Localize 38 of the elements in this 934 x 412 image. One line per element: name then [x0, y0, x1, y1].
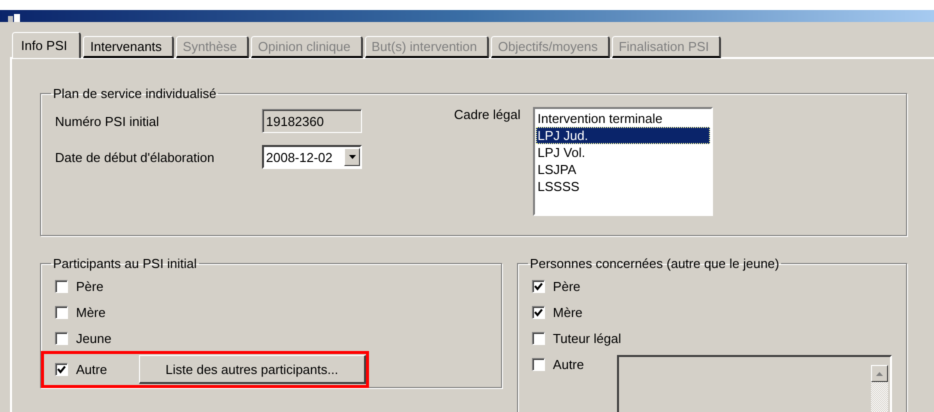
window-icon — [8, 14, 20, 22]
checkbox[interactable] — [55, 280, 68, 292]
number-field[interactable]: 19182360 — [262, 109, 362, 133]
checkbox-label: Autre — [552, 356, 584, 372]
participants-list-button[interactable]: Liste des autres participants... — [138, 355, 366, 384]
checkbox-label: Mère — [552, 304, 583, 320]
checkbox[interactable] — [532, 306, 545, 318]
checkbox-label: Autre — [76, 362, 108, 377]
checkbox-label: Tuteur légal — [552, 330, 622, 346]
text-area[interactable] — [617, 355, 892, 412]
list-item[interactable]: LPJ Vol. — [536, 144, 710, 161]
list-item[interactable]: Intervention terminale — [536, 110, 710, 127]
checkbox[interactable] — [532, 358, 545, 370]
arrow-up-icon — [876, 372, 883, 376]
tab[interactable]: Info PSI — [12, 32, 82, 58]
checkbox-label: Père — [76, 278, 104, 294]
caret-icon — [348, 155, 356, 159]
field-label: Cadre légal — [454, 107, 520, 122]
list-item[interactable]: LSSSS — [536, 178, 710, 195]
checkbox[interactable] — [55, 363, 68, 376]
group-title: Plan de service individualisé — [52, 86, 218, 101]
list-item[interactable]: LSJPA — [536, 161, 710, 178]
checkbox-label: Père — [552, 278, 580, 294]
group-title: Personnes concernées (autre que le jeune) — [528, 256, 780, 271]
list-box[interactable]: Intervention terminale LPJ Jud. LPJ Vol. LSJPA LSSSS — [532, 107, 712, 216]
checkbox-label: Mère — [76, 304, 106, 320]
checkbox[interactable] — [55, 332, 68, 344]
checkbox[interactable] — [532, 332, 545, 344]
scroll-up-button[interactable] — [871, 365, 888, 382]
date-dropdown[interactable]: 2008-12-02 — [262, 145, 362, 169]
group-title: Participants au PSI initial — [52, 256, 198, 271]
checkbox-label: Jeune — [76, 330, 112, 346]
list-item[interactable]: LPJ Jud. — [536, 127, 710, 144]
field-label: Date de début d'élaboration — [55, 150, 216, 164]
checkbox[interactable] — [55, 306, 68, 318]
field-label: Numéro PSI initial — [55, 114, 160, 128]
checkbox[interactable] — [532, 280, 545, 292]
tab[interactable]: Intervenants — [83, 36, 174, 58]
